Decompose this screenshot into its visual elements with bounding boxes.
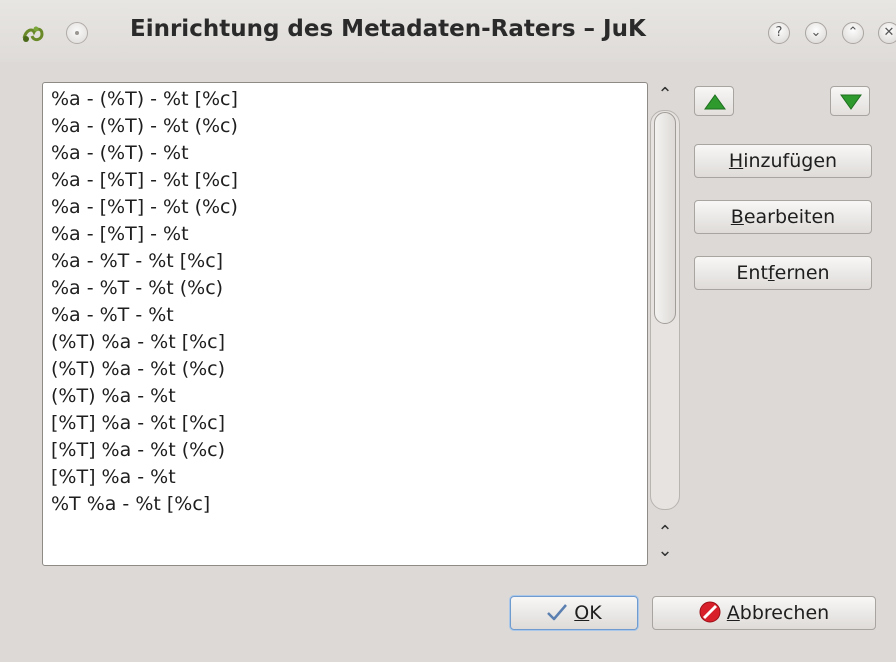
- maximize-button[interactable]: ⌃: [842, 22, 864, 44]
- edit-button-label: earbeiten: [743, 206, 836, 228]
- remove-button-label: ernen: [774, 262, 830, 284]
- close-button[interactable]: ✕: [878, 22, 896, 44]
- edit-button-accel: B: [730, 206, 744, 228]
- ok-button[interactable]: OK: [510, 596, 638, 630]
- list-item[interactable]: [%T] %a - %t [%c]: [51, 410, 225, 437]
- ok-button-accel: O: [574, 602, 590, 624]
- ok-button-label: K: [589, 602, 602, 624]
- list-item[interactable]: %a - %T - %t [%c]: [51, 248, 223, 275]
- dialog-window: Einrichtung des Metadaten-Raters – JuK ?…: [0, 0, 896, 662]
- remove-button-accel: f: [767, 262, 775, 284]
- arrow-up-icon: [704, 94, 726, 110]
- list-item[interactable]: %a - [%T] - %t: [51, 221, 189, 248]
- title-bar[interactable]: Einrichtung des Metadaten-Raters – JuK ?…: [0, 0, 896, 62]
- list-item[interactable]: %a - (%T) - %t: [51, 140, 189, 167]
- minimize-button[interactable]: ⌄: [805, 22, 827, 44]
- arrow-down-icon: [840, 94, 862, 110]
- list-item[interactable]: %a - %T - %t (%c): [51, 275, 223, 302]
- list-item[interactable]: (%T) %a - %t: [51, 383, 176, 410]
- list-item[interactable]: (%T) %a - %t (%c): [51, 356, 225, 383]
- list-item[interactable]: %a - [%T] - %t [%c]: [51, 167, 238, 194]
- juk-app-icon[interactable]: [20, 20, 46, 46]
- cancel-button-label: bbrechen: [739, 602, 830, 624]
- scheme-list[interactable]: %a - (%T) - %t [%c] %a - (%T) - %t (%c) …: [42, 82, 648, 566]
- window-menu-icon[interactable]: [66, 22, 88, 44]
- add-button-accel: H: [728, 150, 744, 172]
- add-button-label: inzufügen: [743, 150, 838, 172]
- cancel-button-accel: A: [726, 602, 740, 624]
- move-down-button[interactable]: [830, 86, 870, 116]
- list-item[interactable]: %a - (%T) - %t [%c]: [51, 86, 238, 113]
- list-item[interactable]: [%T] %a - %t: [51, 464, 176, 491]
- scrollbar-thumb[interactable]: [654, 112, 676, 324]
- scroll-down-button[interactable]: ⌄: [655, 542, 675, 560]
- window-title: Einrichtung des Metadaten-Raters – JuK: [130, 16, 646, 42]
- edit-button[interactable]: Bearbeiten: [694, 200, 872, 234]
- remove-button-label-pre: Ent: [736, 262, 768, 284]
- list-item[interactable]: %T %a - %t [%c]: [51, 491, 210, 518]
- cancel-button[interactable]: Abbrechen: [652, 596, 876, 630]
- remove-button[interactable]: Entfernen: [694, 256, 872, 290]
- list-item[interactable]: %a - %T - %t: [51, 302, 174, 329]
- move-up-button[interactable]: [694, 86, 734, 116]
- scroll-up-button[interactable]: ⌃: [655, 86, 675, 104]
- list-item[interactable]: (%T) %a - %t [%c]: [51, 329, 225, 356]
- cancel-icon: [699, 601, 721, 623]
- list-item[interactable]: %a - (%T) - %t (%c): [51, 113, 238, 140]
- list-item[interactable]: %a - [%T] - %t (%c): [51, 194, 238, 221]
- list-item[interactable]: [%T] %a - %t (%c): [51, 437, 225, 464]
- add-button[interactable]: Hinzufügen: [694, 144, 872, 178]
- help-button[interactable]: ?: [768, 22, 790, 44]
- checkmark-icon: [547, 604, 568, 621]
